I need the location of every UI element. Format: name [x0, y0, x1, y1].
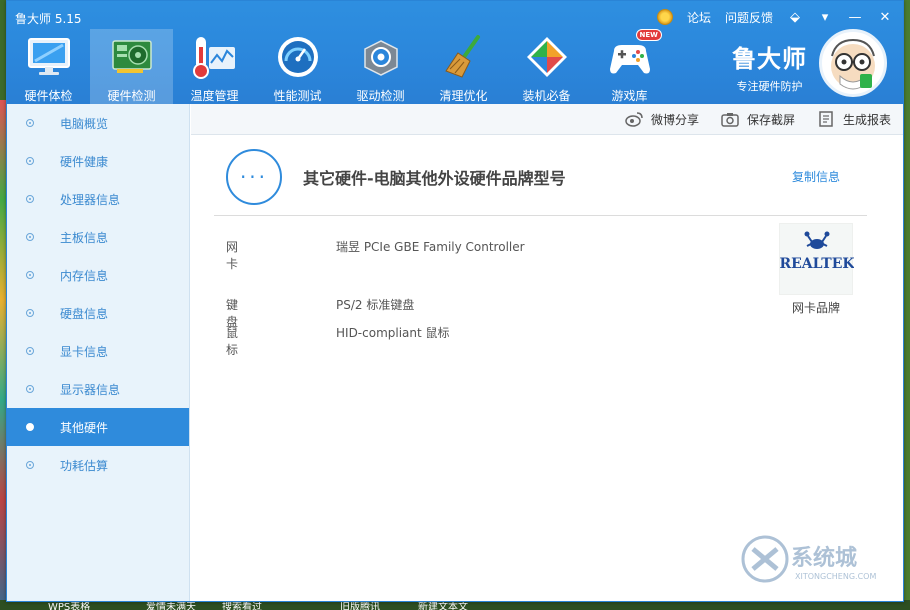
window-title: 鲁大师 5.15 [15, 12, 82, 26]
bullet-icon [26, 271, 34, 279]
camera-icon [721, 113, 739, 127]
nav-essentials[interactable]: 装机必备 [505, 29, 588, 104]
title-bar-controls: 论坛 问题反馈 ⬙ ▾ — ✕ [656, 7, 893, 27]
sidebar-item-health[interactable]: 硬件健康 [7, 142, 189, 180]
sidebar: 电脑概览 硬件健康 处理器信息 主板信息 内存信息 硬盘信息 显卡信息 显示器信… [7, 104, 190, 601]
info-value: PS/2 标准键盘 [336, 298, 415, 312]
content-toolbar: 微博分享 保存截屏 生成报表 [191, 104, 903, 135]
sidebar-item-label: 其他硬件 [60, 420, 109, 435]
broom-icon [440, 33, 488, 81]
cube-icon [523, 33, 571, 81]
gamepad-icon: NEW [606, 29, 662, 81]
divider [214, 215, 867, 216]
gear-box-icon [357, 33, 405, 81]
nav-temperature[interactable]: 温度管理 [173, 29, 256, 104]
graphics-card-icon [108, 33, 156, 81]
bullet-icon [26, 309, 34, 317]
weibo-share-button[interactable]: 微博分享 [625, 111, 699, 128]
brand-slogan: 专注硬件防护 [736, 80, 803, 93]
app-window: 鲁大师 5.15 论坛 问题反馈 ⬙ ▾ — ✕ 硬件体检 硬件检测 温度管理 … [6, 0, 904, 602]
save-screenshot-button[interactable]: 保存截屏 [721, 111, 795, 128]
sidebar-item-label: 内存信息 [60, 268, 109, 283]
generate-report-button[interactable]: 生成报表 [817, 111, 891, 128]
brand-caption: 网卡品牌 [791, 301, 840, 315]
bullet-icon [26, 233, 34, 241]
nav-label: 硬件体检 [24, 89, 73, 103]
sidebar-item-cpu[interactable]: 处理器信息 [7, 180, 189, 218]
realtek-wordmark: REALTEK [780, 256, 854, 272]
minimize-button[interactable]: — [847, 10, 863, 25]
copy-info-link[interactable]: 复制信息 [792, 168, 840, 185]
brand-block: 鲁大师 专注硬件防护 [732, 39, 807, 94]
nav-label: 游戏库 [611, 89, 648, 103]
sidebar-item-power[interactable]: 功耗估算 [7, 446, 189, 484]
sidebar-item-other-hardware[interactable]: 其他硬件 [7, 408, 189, 446]
nav-cleanup[interactable]: 清理优化 [422, 29, 505, 104]
sidebar-item-motherboard[interactable]: 主板信息 [7, 218, 189, 256]
bullet-icon [26, 423, 34, 431]
nav-label: 温度管理 [190, 89, 239, 103]
mascot-avatar[interactable] [819, 29, 887, 97]
sidebar-item-label: 处理器信息 [60, 192, 121, 207]
sidebar-item-label: 硬件健康 [60, 154, 109, 169]
monitor-icon [25, 33, 73, 81]
menu-dropdown-icon[interactable]: ▾ [817, 10, 833, 25]
nav-hardware-detect[interactable]: 硬件检测 [90, 29, 173, 104]
weibo-icon [625, 112, 643, 127]
report-icon [819, 111, 833, 127]
feedback-link[interactable]: 问题反馈 [725, 9, 773, 26]
sidebar-item-overview[interactable]: 电脑概览 [7, 104, 189, 142]
sidebar-item-memory[interactable]: 内存信息 [7, 256, 189, 294]
sidebar-item-display[interactable]: 显示器信息 [7, 370, 189, 408]
nav-label: 清理优化 [439, 89, 488, 103]
crab-icon [804, 231, 830, 249]
speedometer-icon [274, 33, 322, 81]
bullet-icon [26, 385, 34, 393]
thermometer-icon [191, 33, 239, 81]
info-key: 网卡 [226, 240, 239, 271]
sidebar-item-gpu[interactable]: 显卡信息 [7, 332, 189, 370]
close-button[interactable]: ✕ [877, 10, 893, 25]
nav-label: 驱动检测 [356, 89, 405, 103]
sidebar-item-label: 硬盘信息 [60, 306, 109, 321]
main-content: ··· 其它硬件-电脑其他外设硬件品牌型号 复制信息 网卡 瑞昱 PCIe GB… [191, 135, 903, 601]
info-value: 瑞昱 PCIe GBE Family Controller [336, 240, 525, 254]
bullet-icon [26, 119, 34, 127]
weibo-share-label: 微博分享 [650, 112, 699, 127]
sidebar-item-label: 显卡信息 [60, 344, 109, 359]
sidebar-item-label: 功耗估算 [60, 458, 109, 473]
save-screenshot-label: 保存截屏 [746, 112, 795, 127]
brand-name: 鲁大师 [732, 45, 807, 73]
skin-icon[interactable]: ⬙ [787, 10, 803, 25]
nav-hardware-checkup[interactable]: 硬件体检 [7, 29, 90, 104]
watermark: 系统城 XITONGCHENG.COM [739, 531, 889, 587]
main-nav: 硬件体检 硬件检测 温度管理 性能测试 驱动检测 清理优化 装机必备 NEW 游… [7, 29, 671, 104]
bullet-icon [26, 347, 34, 355]
watermark-sub: XITONGCHENG.COM [795, 572, 876, 581]
header: 鲁大师 5.15 论坛 问题反馈 ⬙ ▾ — ✕ 硬件体检 硬件检测 温度管理 … [7, 1, 903, 104]
nav-games[interactable]: NEW 游戏库 [588, 29, 671, 104]
page-title: 其它硬件-电脑其他外设硬件品牌型号 [303, 169, 566, 188]
bullet-icon [26, 461, 34, 469]
bullet-icon [26, 195, 34, 203]
nav-label: 硬件检测 [107, 89, 156, 103]
realtek-logo: REALTEK [779, 223, 855, 295]
medal-icon[interactable] [656, 9, 673, 25]
info-key: 鼠标 [226, 326, 239, 357]
sidebar-item-label: 显示器信息 [60, 382, 121, 397]
nav-label: 性能测试 [273, 89, 322, 103]
nav-driver[interactable]: 驱动检测 [339, 29, 422, 104]
sidebar-item-label: 电脑概览 [60, 116, 109, 131]
info-value: HID-compliant 鼠标 [336, 326, 450, 340]
new-badge: NEW [635, 29, 662, 41]
nav-performance[interactable]: 性能测试 [256, 29, 339, 104]
nav-label: 装机必备 [522, 89, 571, 103]
more-hardware-icon: ··· [226, 149, 282, 205]
sidebar-item-disk[interactable]: 硬盘信息 [7, 294, 189, 332]
bullet-icon [26, 157, 34, 165]
generate-report-label: 生成报表 [842, 112, 891, 127]
forum-link[interactable]: 论坛 [687, 9, 711, 26]
sidebar-item-label: 主板信息 [60, 230, 109, 245]
watermark-text: 系统城 [791, 545, 857, 571]
